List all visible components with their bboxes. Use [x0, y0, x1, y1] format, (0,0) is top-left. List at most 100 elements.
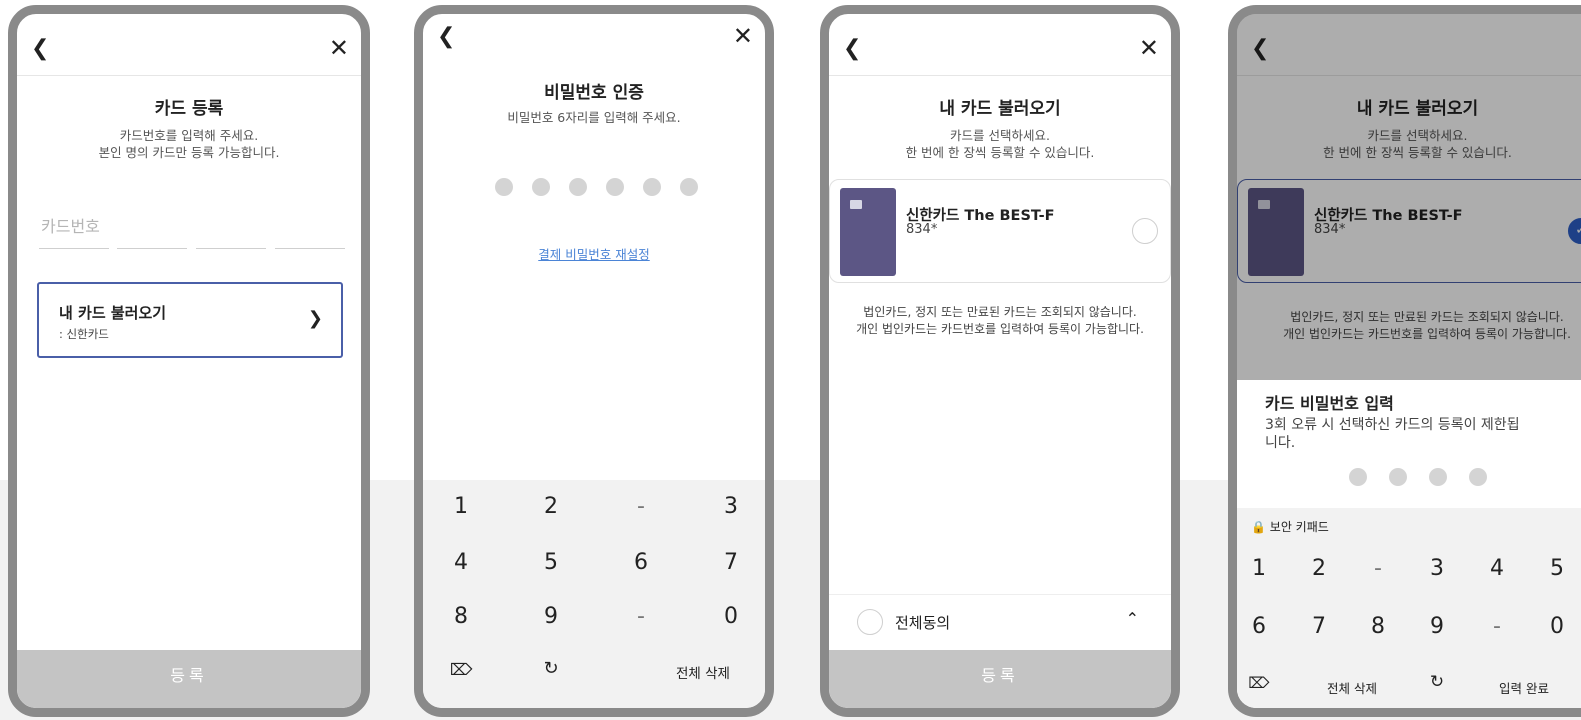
card-list-item[interactable]: 신한카드 The BEST-F 834* — [829, 179, 1171, 283]
card-select-radio[interactable] — [1132, 218, 1158, 244]
number-keypad: 1 2 - 3 4 5 6 7 8 9 - 0 ⌦ ↻ 전체 삭제 — [423, 480, 765, 708]
pin-dot — [495, 178, 513, 196]
agree-all-bar: 전체동의 ⌃ — [829, 594, 1171, 650]
key[interactable]: 2 — [531, 494, 571, 519]
key[interactable]: 9 — [531, 604, 571, 629]
keypad-row: 1 2 - 3 — [423, 484, 765, 540]
close-icon[interactable]: ✕ — [1139, 34, 1159, 62]
key[interactable]: - — [621, 494, 661, 519]
chevron-up-icon[interactable]: ⌃ — [1126, 609, 1139, 628]
keypad-row: 4 5 6 7 — [423, 540, 765, 596]
load-card-title: 내 카드 불러오기 — [59, 304, 167, 322]
clear-all-key[interactable]: 전체 삭제 — [1307, 678, 1397, 697]
card-image — [840, 188, 896, 276]
notice-line: 법인카드, 정지 또는 만료된 카드는 조회되지 않습니다. — [863, 305, 1137, 319]
pin-dot — [532, 178, 550, 196]
clear-all-key[interactable]: 전체 삭제 — [653, 662, 753, 682]
pin-dot — [1469, 468, 1487, 486]
key[interactable]: 8 — [1358, 614, 1398, 639]
sheet-title: 카드 비밀번호 입력 — [1265, 394, 1394, 413]
back-icon[interactable]: ❮ — [437, 24, 455, 49]
top-bar: ❮ ✕ — [423, 14, 765, 66]
page-title: 비밀번호 인증 — [544, 83, 644, 103]
top-bar: ❮ ✕ — [17, 14, 361, 76]
key[interactable]: 1 — [441, 494, 481, 519]
key[interactable]: - — [1358, 556, 1398, 581]
card-number-field[interactable]: 카드번호 — [39, 209, 345, 249]
key[interactable]: 0 — [1537, 614, 1577, 639]
card-number-segment-2[interactable] — [117, 248, 187, 249]
key[interactable]: 7 — [711, 550, 751, 575]
subtitle-line: 카드번호를 입력해 주세요. — [119, 128, 259, 143]
key[interactable]: 1 — [1239, 556, 1279, 581]
keypad-row: ⌦ ↻ 전체 삭제 — [423, 648, 765, 704]
secure-keypad-label: 보안 키패드 — [1269, 520, 1329, 534]
register-button[interactable]: 등록 — [829, 650, 1171, 708]
reset-password-link[interactable]: 결제 비밀번호 재설정 — [423, 244, 765, 263]
subtitle-line: 한 번에 한 장씩 등록할 수 있습니다. — [905, 145, 1095, 160]
key[interactable]: 5 — [1537, 556, 1577, 581]
phone-password-auth: ❮ ✕ 비밀번호 인증 비밀번호 6자리를 입력해 주세요. 결제 비밀번호 재… — [414, 5, 774, 717]
key[interactable]: 9 — [1417, 614, 1457, 639]
key[interactable]: 6 — [1239, 614, 1279, 639]
top-bar: ❮ ✕ — [829, 14, 1171, 76]
key[interactable]: 2 — [1299, 556, 1339, 581]
backspace-icon[interactable]: ⌦ — [441, 660, 481, 679]
page-title: 내 카드 불러오기 — [939, 99, 1061, 119]
back-icon[interactable]: ❮ — [31, 36, 49, 61]
pin-dots — [1349, 468, 1506, 486]
close-icon[interactable]: ✕ — [733, 22, 753, 50]
pin-dot — [606, 178, 624, 196]
pin-dot — [680, 178, 698, 196]
notice-line: 개인 법인카드는 카드번호를 입력하여 등록이 가능합니다. — [856, 322, 1144, 336]
pin-dot — [1389, 468, 1407, 486]
page-subtitle: 카드를 선택하세요. 한 번에 한 장씩 등록할 수 있습니다. — [829, 127, 1171, 161]
secure-keypad: 🔒 보안 키패드 ✕ 1 2 - 3 4 5 6 7 8 9 - 0 ⌦ 전체 … — [1237, 508, 1581, 708]
page-subtitle: 비밀번호 6자리를 입력해 주세요. — [507, 110, 681, 125]
keypad-row: 8 9 - 0 — [423, 594, 765, 650]
close-icon[interactable]: ✕ — [329, 34, 349, 62]
chevron-right-icon: ❯ — [307, 308, 323, 329]
lock-icon: 🔒 — [1251, 520, 1266, 534]
secure-keypad-header: 🔒 보안 키패드 — [1251, 518, 1329, 535]
key[interactable]: - — [621, 604, 661, 629]
key[interactable]: 4 — [1477, 556, 1517, 581]
key[interactable]: 6 — [621, 550, 661, 575]
key[interactable]: 5 — [531, 550, 571, 575]
register-button[interactable]: 등록 — [17, 650, 361, 708]
phone-card-password-input: ❮ ✕ 내 카드 불러오기 카드를 선택하세요. 한 번에 한 장씩 등록할 수… — [1228, 5, 1581, 717]
refresh-icon[interactable]: ↻ — [531, 658, 571, 679]
subtitle-line: 본인 명의 카드만 등록 가능합니다. — [98, 145, 280, 160]
backspace-icon[interactable]: ⌦ — [1239, 674, 1279, 692]
load-my-card-button[interactable]: 내 카드 불러오기 : 신한카드 ❯ — [37, 282, 343, 358]
back-icon[interactable]: ❮ — [843, 36, 861, 61]
load-card-subtitle: : 신한카드 — [59, 327, 109, 341]
pin-dot — [643, 178, 661, 196]
key[interactable]: - — [1477, 614, 1517, 639]
key[interactable]: 8 — [441, 604, 481, 629]
pin-dots — [495, 178, 717, 196]
phone-load-my-card: ❮ ✕ 내 카드 불러오기 카드를 선택하세요. 한 번에 한 장씩 등록할 수… — [820, 5, 1180, 717]
sheet-description: 3회 오류 시 선택하신 카드의 등록이 제한됩니다. — [1265, 417, 1520, 451]
agree-all-label[interactable]: 전체동의 — [895, 612, 950, 633]
done-key[interactable]: 입력 완료 — [1479, 678, 1569, 697]
dim-overlay — [1237, 14, 1581, 384]
refresh-icon[interactable]: ↻ — [1417, 672, 1457, 692]
key[interactable]: 3 — [1417, 556, 1457, 581]
page-subtitle: 카드번호를 입력해 주세요. 본인 명의 카드만 등록 가능합니다. — [17, 127, 361, 161]
pin-dot — [569, 178, 587, 196]
card-number: 834* — [906, 222, 938, 237]
key[interactable]: 0 — [711, 604, 751, 629]
key[interactable]: 4 — [441, 550, 481, 575]
key[interactable]: 7 — [1299, 614, 1339, 639]
card-chip — [850, 200, 862, 209]
page-title: 카드 등록 — [154, 99, 224, 119]
agree-all-radio[interactable] — [857, 609, 883, 635]
key[interactable]: 3 — [711, 494, 751, 519]
card-number-segment-4[interactable] — [275, 248, 345, 249]
card-number-segment-1[interactable] — [39, 248, 109, 249]
card-number-segment-3[interactable] — [196, 248, 266, 249]
pin-dot — [1429, 468, 1447, 486]
pin-dot — [1349, 468, 1367, 486]
password-bottom-sheet: 카드 비밀번호 입력 3회 오류 시 선택하신 카드의 등록이 제한됩니다. 🔒… — [1237, 380, 1581, 708]
